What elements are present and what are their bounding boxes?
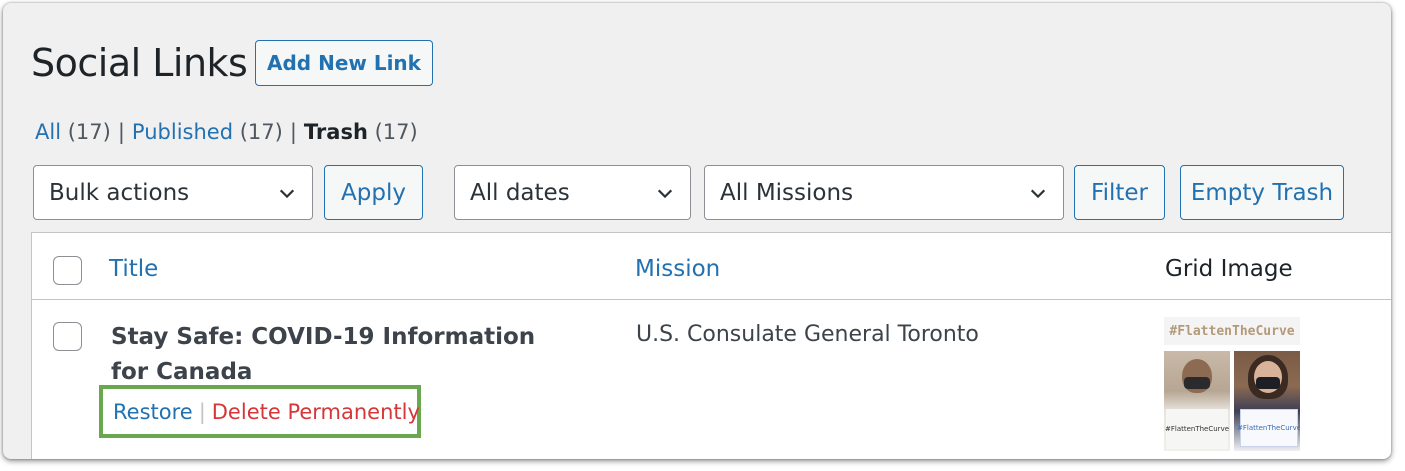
column-mission-header[interactable]: Mission xyxy=(635,256,720,282)
restore-link[interactable]: Restore xyxy=(113,400,193,424)
view-separator: | xyxy=(289,120,297,144)
chevron-down-icon xyxy=(657,189,673,199)
view-trash-current[interactable]: Trash xyxy=(304,120,368,144)
column-grid-image-header: Grid Image xyxy=(1165,256,1293,282)
chevron-down-icon xyxy=(279,189,295,199)
bulk-actions-select[interactable]: Bulk actions xyxy=(33,165,313,220)
row-checkbox[interactable] xyxy=(53,322,82,351)
empty-trash-button[interactable]: Empty Trash xyxy=(1180,165,1344,220)
view-all-link[interactable]: All xyxy=(35,120,61,144)
thumbnail-sign-left: #FlattenTheCurve xyxy=(1165,409,1229,449)
view-published-link[interactable]: Published xyxy=(132,120,233,144)
view-trash-count: (17) xyxy=(374,120,418,144)
thumbnail-photo-right: #FlattenTheCurve xyxy=(1234,351,1300,451)
row-mission: U.S. Consulate General Toronto xyxy=(636,322,979,347)
thumbnail-hashtag: #FlattenTheCurve xyxy=(1164,317,1300,345)
bulk-actions-value: Bulk actions xyxy=(49,179,190,206)
filter-button[interactable]: Filter xyxy=(1074,165,1165,220)
chevron-down-icon xyxy=(1030,189,1046,199)
column-title-header[interactable]: Title xyxy=(109,256,158,282)
date-filter-value: All dates xyxy=(470,179,570,206)
select-all-checkbox[interactable] xyxy=(53,256,82,285)
action-separator: | xyxy=(198,399,206,424)
delete-permanently-link[interactable]: Delete Permanently xyxy=(212,400,420,424)
mission-filter-select[interactable]: All Missions xyxy=(704,165,1064,220)
row-actions-highlight: Restore | Delete Permanently xyxy=(99,385,421,438)
add-new-link-button[interactable]: Add New Link xyxy=(255,40,433,86)
row-title: Stay Safe: COVID-19 Information for Cana… xyxy=(111,324,536,385)
thumbnail-sign-right: #FlattenTheCurve xyxy=(1237,409,1300,447)
grid-image-thumbnail: #FlattenTheCurve #FlattenTheCurve #Flatt… xyxy=(1164,317,1300,451)
view-filters: All (17) | Published (17) | Trash (17) xyxy=(35,120,418,144)
view-separator: | xyxy=(117,120,125,144)
admin-screen: Social Links Add New Link All (17) | Publi… xyxy=(3,3,1391,459)
page-title: Social Links xyxy=(31,41,248,85)
view-all-label: All xyxy=(35,120,62,144)
view-all-count: (17) xyxy=(67,120,111,144)
links-table: Title Mission Grid Image Stay Safe: COVI… xyxy=(31,232,1391,459)
header-divider xyxy=(32,299,1391,300)
mission-filter-value: All Missions xyxy=(720,179,854,206)
date-filter-select[interactable]: All dates xyxy=(454,165,691,220)
thumbnail-photo-left: #FlattenTheCurve xyxy=(1164,351,1230,451)
view-published-label: Published xyxy=(131,120,234,144)
view-published-count: (17) xyxy=(239,120,283,144)
apply-button[interactable]: Apply xyxy=(324,165,423,220)
